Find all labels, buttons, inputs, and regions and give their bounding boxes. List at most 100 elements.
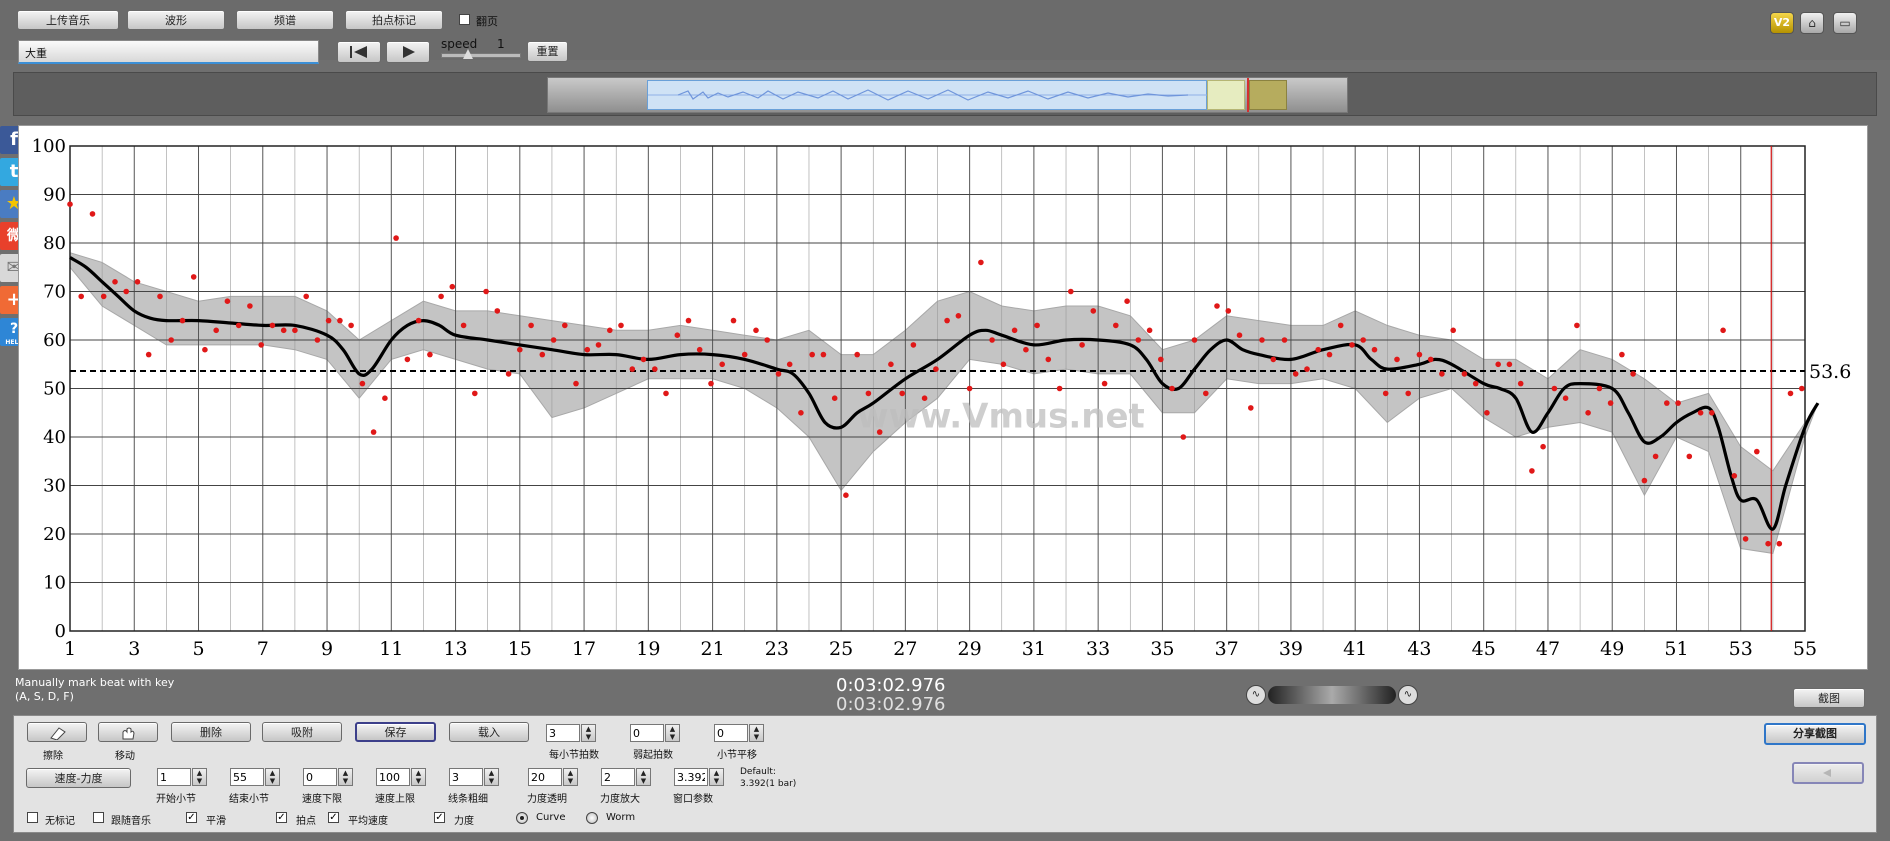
beat-point[interactable]: [393, 235, 399, 241]
beat-point[interactable]: [719, 361, 725, 368]
beat-point[interactable]: [1686, 453, 1693, 460]
delete-button[interactable]: 删除: [171, 722, 251, 742]
beat-point[interactable]: [1000, 361, 1007, 368]
beat-point[interactable]: [112, 279, 118, 285]
beat-point[interactable]: [1450, 327, 1456, 334]
beat-point[interactable]: [157, 293, 163, 300]
beat-point[interactable]: [640, 356, 647, 363]
beat-point[interactable]: [1079, 342, 1085, 348]
screenshot-button[interactable]: 截图: [1793, 688, 1865, 708]
beat-point[interactable]: [865, 390, 872, 397]
beat-point[interactable]: [1158, 356, 1164, 363]
setting-input[interactable]: [630, 724, 664, 742]
beat-point[interactable]: [202, 346, 208, 353]
beat-point[interactable]: [1754, 448, 1760, 455]
beat-point[interactable]: [472, 390, 478, 397]
beat-point[interactable]: [483, 288, 489, 295]
beat-point[interactable]: [460, 322, 467, 329]
beat-point[interactable]: [415, 317, 422, 324]
move-tool-button[interactable]: [98, 722, 158, 742]
beat-point[interactable]: [123, 288, 129, 295]
setting-input[interactable]: [449, 768, 483, 786]
beat-point[interactable]: [1248, 405, 1254, 411]
beat-point[interactable]: [1765, 540, 1771, 547]
beat-point[interactable]: [1225, 308, 1232, 314]
beat-point[interactable]: [1731, 473, 1738, 479]
beat-point[interactable]: [258, 342, 265, 348]
beat-point[interactable]: [1326, 351, 1333, 358]
beat-point[interactable]: [685, 317, 692, 324]
beat-point[interactable]: [145, 351, 152, 358]
beat-point[interactable]: [528, 322, 534, 329]
beat-point[interactable]: [1709, 410, 1715, 416]
avg-speed-checkbox[interactable]: ✓: [328, 812, 339, 823]
spinner-arrows-icon[interactable]: ▲ ▼: [749, 724, 764, 742]
beat-point[interactable]: [168, 337, 174, 343]
beat-point[interactable]: [247, 303, 253, 309]
beat-point[interactable]: [696, 346, 703, 353]
beat-point[interactable]: [100, 293, 107, 300]
beat-point[interactable]: [764, 337, 770, 343]
beat-point[interactable]: [325, 317, 332, 324]
beat-point[interactable]: [1742, 536, 1749, 542]
beat-point[interactable]: [1652, 453, 1659, 460]
beat-point[interactable]: [753, 327, 759, 334]
beat-point[interactable]: [494, 308, 501, 314]
curve-radio[interactable]: [516, 812, 528, 824]
beat-point[interactable]: [921, 395, 928, 402]
spinner-arrows-icon[interactable]: ▲ ▼: [665, 724, 680, 742]
beat-point[interactable]: [1259, 337, 1265, 343]
beat-point[interactable]: [427, 351, 433, 358]
beat-point[interactable]: [1641, 477, 1648, 484]
beat-point[interactable]: [1236, 332, 1243, 339]
beat-point[interactable]: [899, 390, 905, 397]
beat-point[interactable]: [190, 274, 197, 280]
beat-point[interactable]: [663, 390, 669, 397]
beat-point[interactable]: [280, 327, 287, 334]
spinner-arrows-icon[interactable]: ▲ ▼: [563, 768, 578, 786]
beat-point[interactable]: [595, 342, 602, 348]
volume-track[interactable]: [1268, 686, 1396, 704]
beat-point[interactable]: [1484, 410, 1490, 416]
beat-point[interactable]: [629, 366, 636, 372]
beat-point[interactable]: [955, 313, 962, 319]
beat-point[interactable]: [1495, 361, 1501, 368]
setting-input[interactable]: [157, 768, 191, 786]
beat-point[interactable]: [978, 259, 984, 266]
worm-radio[interactable]: [586, 812, 598, 824]
dynamics-checkbox[interactable]: ✓: [434, 812, 445, 823]
beat-point[interactable]: [134, 279, 141, 285]
spinner-arrows-icon[interactable]: ▲ ▼: [411, 768, 426, 786]
beat-point[interactable]: [1551, 385, 1558, 392]
beat-point[interactable]: [1270, 356, 1277, 363]
beat-point[interactable]: [966, 385, 973, 392]
beat-point[interactable]: [1304, 366, 1310, 372]
setting-input[interactable]: [303, 768, 337, 786]
setting-input[interactable]: [601, 768, 635, 786]
beat-point[interactable]: [179, 317, 186, 324]
beat-point[interactable]: [1382, 390, 1389, 397]
beat-point[interactable]: [1034, 322, 1040, 329]
volume-control[interactable]: ∿ ∿: [1244, 684, 1420, 706]
beat-point[interactable]: [1585, 410, 1591, 416]
erase-tool-button[interactable]: [27, 722, 87, 742]
beat-point[interactable]: [944, 317, 950, 324]
beat-point[interactable]: [337, 317, 343, 324]
beat-point[interactable]: [798, 410, 804, 416]
beat-point[interactable]: [1090, 308, 1097, 314]
setting-input[interactable]: [714, 724, 748, 742]
beat-point[interactable]: [1607, 400, 1614, 406]
beat-point[interactable]: [404, 356, 411, 363]
beat-point[interactable]: [1056, 385, 1063, 392]
beat-point[interactable]: [1529, 468, 1535, 474]
beat-point[interactable]: [1068, 288, 1074, 295]
beat-point[interactable]: [235, 322, 242, 329]
beat-point[interactable]: [1281, 337, 1288, 343]
beat-point[interactable]: [314, 337, 321, 343]
beat-point[interactable]: [1203, 390, 1209, 397]
beat-point[interactable]: [1405, 390, 1411, 397]
follow-music-checkbox[interactable]: [93, 812, 104, 823]
beat-point[interactable]: [1349, 342, 1355, 348]
beat-point[interactable]: [573, 380, 579, 387]
beat-point[interactable]: [78, 293, 84, 300]
